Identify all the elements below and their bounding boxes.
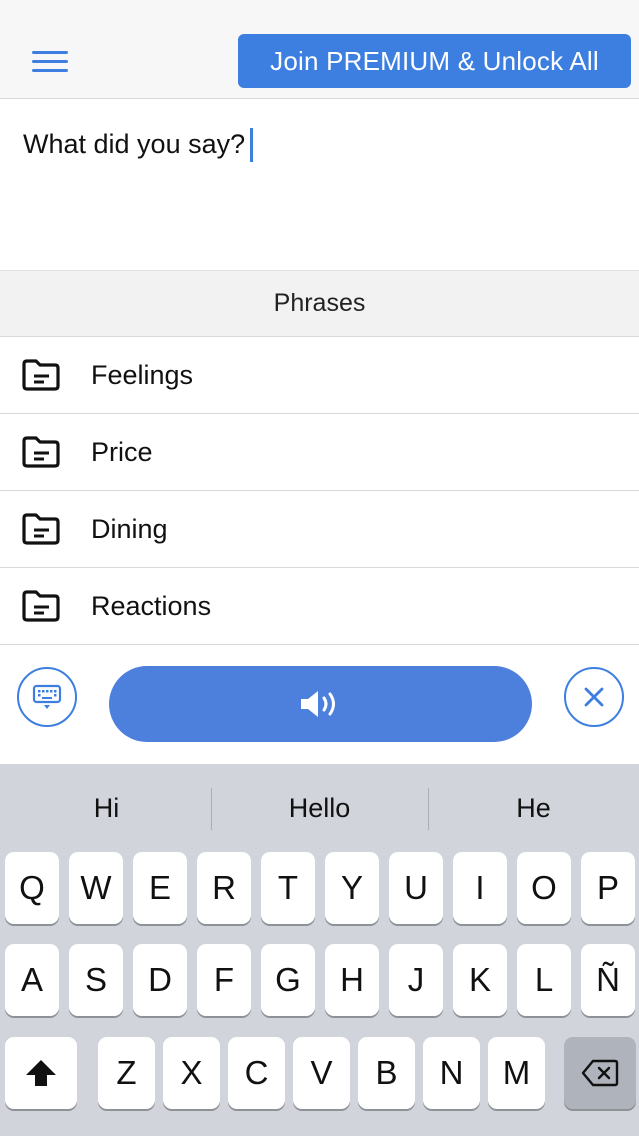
- suggestion-item[interactable]: Hi: [0, 764, 213, 852]
- key[interactable]: Y: [325, 852, 379, 924]
- key[interactable]: S: [69, 944, 123, 1016]
- key[interactable]: Z: [98, 1037, 155, 1109]
- key[interactable]: L: [517, 944, 571, 1016]
- key[interactable]: A: [5, 944, 59, 1016]
- key[interactable]: I: [453, 852, 507, 924]
- key[interactable]: O: [517, 852, 571, 924]
- suggestion-bar: Hi Hello He: [0, 764, 639, 852]
- key[interactable]: V: [293, 1037, 350, 1109]
- key[interactable]: U: [389, 852, 443, 924]
- backspace-icon: [581, 1059, 619, 1087]
- phrase-item-label: Feelings: [91, 360, 194, 390]
- key[interactable]: D: [133, 944, 187, 1016]
- key[interactable]: B: [358, 1037, 415, 1109]
- phrase-item-dining[interactable]: Dining: [0, 491, 639, 568]
- key[interactable]: M: [488, 1037, 545, 1109]
- suggestion-item[interactable]: Hello: [213, 764, 426, 852]
- clear-text-button[interactable]: [564, 667, 624, 727]
- key[interactable]: Ñ: [581, 944, 635, 1016]
- text-input-value: What did you say?: [23, 129, 246, 159]
- key[interactable]: J: [389, 944, 443, 1016]
- close-icon: [584, 687, 604, 707]
- phrase-item-price[interactable]: Price: [0, 414, 639, 491]
- phrase-list: Feelings Price Dining Reactions: [0, 337, 639, 645]
- key[interactable]: E: [133, 852, 187, 924]
- folder-icon: [22, 436, 60, 468]
- key[interactable]: T: [261, 852, 315, 924]
- key[interactable]: Q: [5, 852, 59, 924]
- backspace-key[interactable]: [564, 1037, 636, 1109]
- phrase-item-label: Dining: [91, 514, 168, 544]
- speaker-icon: [300, 691, 335, 717]
- on-screen-keyboard: Hi Hello He Q W E R T Y U I O P A S D F …: [0, 764, 639, 1136]
- hamburger-icon: [32, 51, 68, 54]
- speak-button[interactable]: [109, 666, 532, 742]
- join-premium-button[interactable]: Join PREMIUM & Unlock All: [238, 34, 631, 88]
- key[interactable]: R: [197, 852, 251, 924]
- folder-icon: [22, 513, 60, 545]
- key[interactable]: N: [423, 1037, 480, 1109]
- key[interactable]: X: [163, 1037, 220, 1109]
- menu-button[interactable]: [28, 46, 74, 76]
- key[interactable]: H: [325, 944, 379, 1016]
- phrase-item-label: Reactions: [91, 591, 212, 621]
- action-bar: [0, 645, 639, 764]
- key[interactable]: P: [581, 852, 635, 924]
- key[interactable]: G: [261, 944, 315, 1016]
- phrase-item-label: Price: [91, 437, 153, 467]
- key[interactable]: W: [69, 852, 123, 924]
- key[interactable]: F: [197, 944, 251, 1016]
- shift-icon: [26, 1060, 56, 1086]
- suggestion-item[interactable]: He: [427, 764, 639, 852]
- key[interactable]: C: [228, 1037, 285, 1109]
- top-bar: Join PREMIUM & Unlock All: [0, 0, 639, 99]
- folder-icon: [22, 359, 60, 391]
- text-caret: [250, 128, 253, 162]
- phrase-item-feelings[interactable]: Feelings: [0, 337, 639, 414]
- keyboard-icon: [32, 684, 62, 709]
- folder-icon: [22, 590, 60, 622]
- suggestion-divider: [211, 788, 212, 830]
- shift-key[interactable]: [5, 1037, 77, 1109]
- text-input-area[interactable]: [0, 100, 639, 270]
- phrases-header: Phrases: [0, 270, 639, 337]
- phrase-item-reactions[interactable]: Reactions: [0, 568, 639, 645]
- key[interactable]: K: [453, 944, 507, 1016]
- keyboard-toggle-button[interactable]: [17, 667, 77, 727]
